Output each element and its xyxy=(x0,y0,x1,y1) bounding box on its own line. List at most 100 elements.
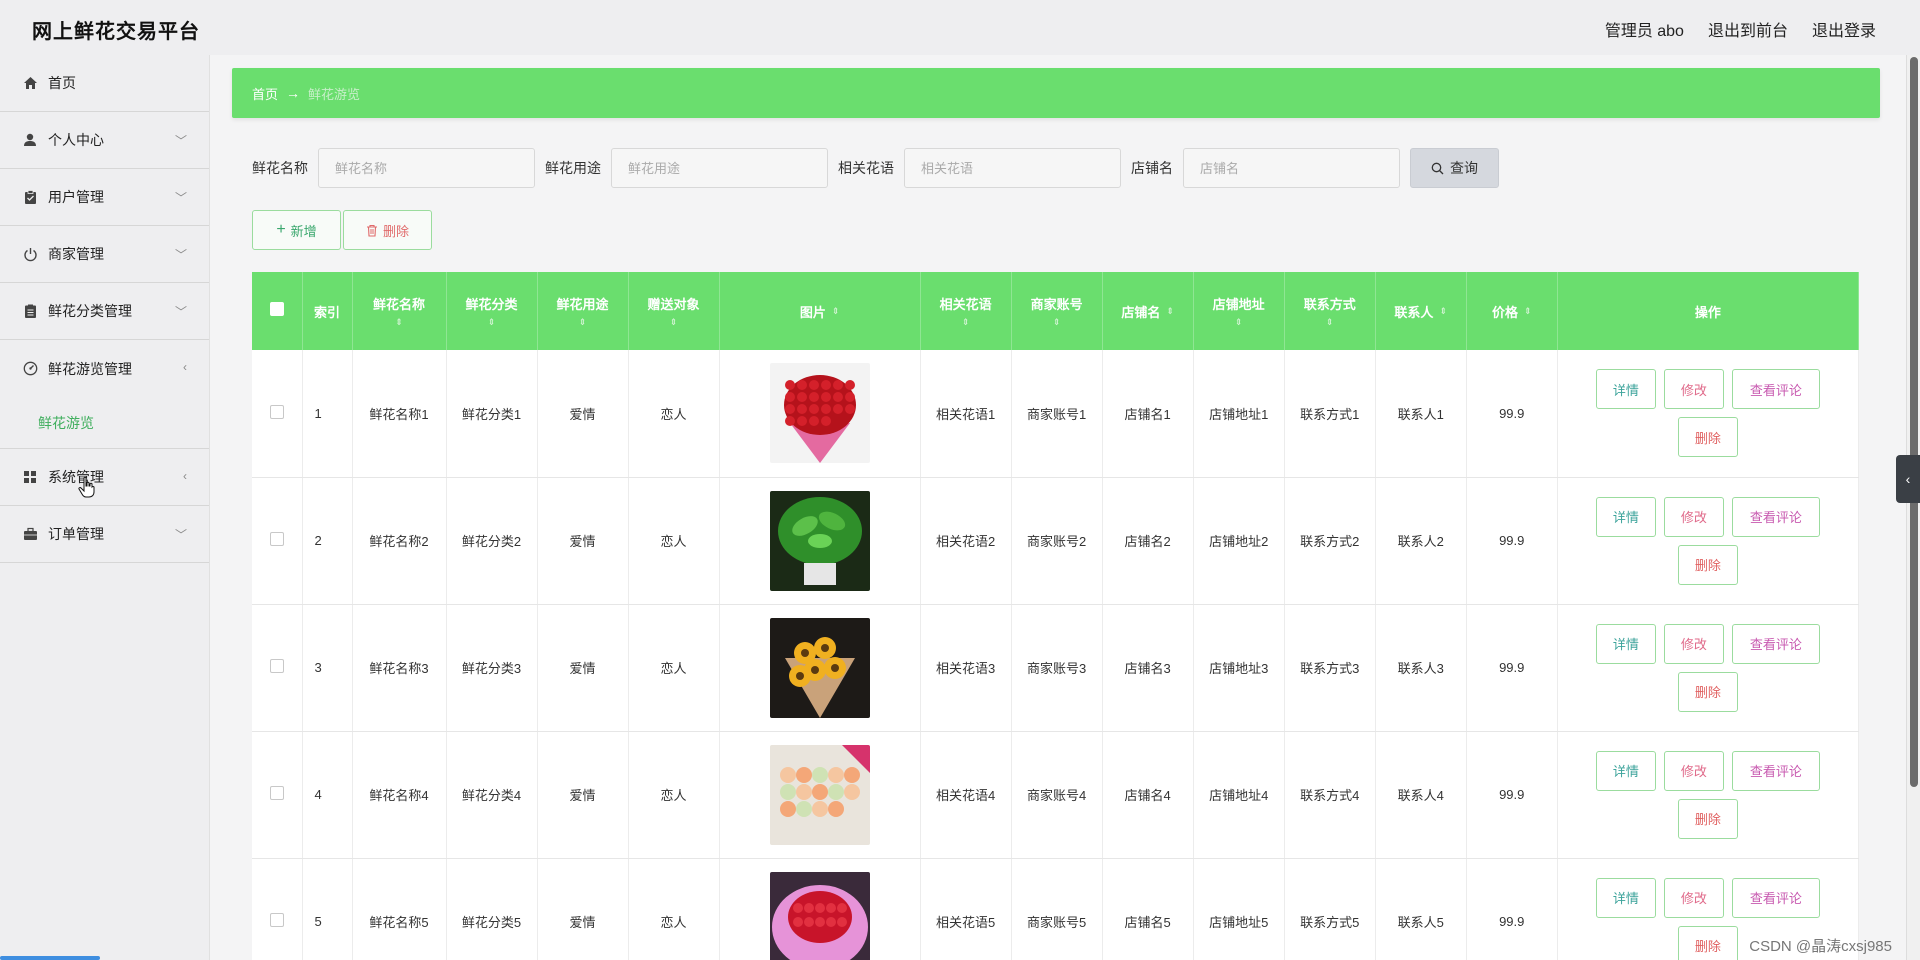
flower-usage-input[interactable] xyxy=(611,148,828,188)
grid-icon xyxy=(22,469,38,485)
detail-button[interactable]: 详情 xyxy=(1595,877,1656,918)
sidebar-item-flower-browse[interactable]: 鲜花游览管理 ‹ xyxy=(0,340,209,397)
delete-label: 删除 xyxy=(382,223,409,239)
edit-button[interactable]: 修改 xyxy=(1663,623,1724,664)
sidebar-item-users[interactable]: 用户管理 ﹀ xyxy=(0,169,209,226)
header-flower-usage[interactable]: 鲜花用途 ⇕ xyxy=(537,272,629,350)
flower-image[interactable] xyxy=(769,617,870,718)
index-cell: 1 xyxy=(302,350,353,478)
flower-category-cell: 鲜花分类5 xyxy=(446,858,538,960)
flower-name-input[interactable] xyxy=(318,148,535,188)
image-cell xyxy=(719,731,921,859)
edit-button[interactable]: 修改 xyxy=(1663,750,1724,791)
flower-image[interactable] xyxy=(769,744,870,845)
logout-link[interactable]: 退出登录 xyxy=(1812,17,1876,41)
sidebar: 首页 个人中心 ﹀ 用户管理 ﹀ 商家管理 ﹀ 鲜花分类管理 ﹀ 鲜花游览管理 … xyxy=(0,55,210,960)
flower-image[interactable] xyxy=(769,363,870,464)
row-checkbox[interactable] xyxy=(252,858,303,960)
row-checkbox[interactable] xyxy=(252,350,303,478)
operations-cell: 详情 修改 查看评论 删除 xyxy=(1557,477,1860,605)
shop-name-cell: 店铺名3 xyxy=(1102,604,1194,732)
add-label: 新增 xyxy=(290,223,317,239)
header-price[interactable]: 价格 ⇕ xyxy=(1466,272,1558,350)
flower-image[interactable] xyxy=(769,490,870,591)
delete-button[interactable]: 删除 xyxy=(1677,544,1738,585)
sidebar-item-label: 用户管理 xyxy=(48,189,104,205)
header-shop-name[interactable]: 店铺名 ⇕ xyxy=(1102,272,1194,350)
flower-name-cell: 鲜花名称1 xyxy=(352,350,447,478)
view-reviews-button[interactable]: 查看评论 xyxy=(1731,750,1820,791)
detail-button[interactable]: 详情 xyxy=(1595,369,1656,410)
batch-delete-button[interactable]: 删除 xyxy=(343,210,432,250)
delete-button[interactable]: 删除 xyxy=(1677,671,1738,712)
shop-name-input[interactable] xyxy=(1183,148,1400,188)
sidebar-item-label: 个人中心 xyxy=(48,132,104,148)
flower-words-cell: 相关花语2 xyxy=(920,477,1012,605)
select-all-checkbox[interactable] xyxy=(252,272,303,350)
header-flower-name[interactable]: 鲜花名称 ⇕ xyxy=(352,272,447,350)
edit-button[interactable]: 修改 xyxy=(1663,496,1724,537)
header-image[interactable]: 图片 ⇕ xyxy=(719,272,921,350)
table-row: 4 鲜花名称4 鲜花分类4 爱情 恋人 相关花语4 商家账号4 店铺名4 店铺地址4 联系方式4 联… xyxy=(252,731,1860,859)
target-cell: 恋人 xyxy=(628,858,720,960)
delete-button[interactable]: 删除 xyxy=(1677,798,1738,839)
sidebar-item-orders[interactable]: 订单管理 ﹀ xyxy=(0,506,209,563)
price-cell: 99.9 xyxy=(1466,350,1558,478)
flower-usage-cell: 爱情 xyxy=(537,350,629,478)
view-reviews-button[interactable]: 查看评论 xyxy=(1731,877,1820,918)
view-reviews-button[interactable]: 查看评论 xyxy=(1731,623,1820,664)
target-cell: 恋人 xyxy=(628,604,720,732)
merchant-account-cell: 商家账号3 xyxy=(1011,604,1103,732)
dashboard-icon xyxy=(22,361,38,377)
sidebar-subitem-flower-browse[interactable]: 鲜花游览 xyxy=(0,397,209,449)
flower-table: 索引 鲜花名称 ⇕ 鲜花分类 ⇕ 鲜花用途 ⇕ 赠送对象 ⇕ 图片 ⇕ 相关花语 ⇕ 商家账… xyxy=(252,272,1860,960)
contact-cell: 联系方式1 xyxy=(1284,350,1376,478)
header-operations: 操作 xyxy=(1557,272,1860,350)
flower-image[interactable] xyxy=(769,871,870,960)
operations-cell: 详情 修改 查看评论 删除 xyxy=(1557,604,1860,732)
sidebar-item-home[interactable]: 首页 xyxy=(0,55,209,112)
delete-button[interactable]: 删除 xyxy=(1677,417,1738,458)
sidebar-item-flower-category[interactable]: 鲜花分类管理 ﹀ xyxy=(0,283,209,340)
header-flower-words[interactable]: 相关花语 ⇕ xyxy=(920,272,1012,350)
edit-button[interactable]: 修改 xyxy=(1663,877,1724,918)
edit-button[interactable]: 修改 xyxy=(1663,369,1724,410)
header-flower-category[interactable]: 鲜花分类 ⇕ xyxy=(446,272,538,350)
row-checkbox[interactable] xyxy=(252,477,303,605)
row-checkbox[interactable] xyxy=(252,731,303,859)
sidebar-item-system[interactable]: 系统管理 ‹ xyxy=(0,449,209,506)
row-checkbox[interactable] xyxy=(252,604,303,732)
header-shop-address[interactable]: 店铺地址 ⇕ xyxy=(1193,272,1285,350)
header-target[interactable]: 赠送对象 ⇕ xyxy=(628,272,720,350)
index-cell: 5 xyxy=(302,858,353,960)
merchant-account-cell: 商家账号2 xyxy=(1011,477,1103,605)
page-scrollbar[interactable] xyxy=(1906,55,1920,960)
shop-name-cell: 店铺名1 xyxy=(1102,350,1194,478)
merchant-account-cell: 商家账号5 xyxy=(1011,858,1103,960)
detail-button[interactable]: 详情 xyxy=(1595,623,1656,664)
sidebar-item-merchants[interactable]: 商家管理 ﹀ xyxy=(0,226,209,283)
add-button[interactable]: + 新增 xyxy=(252,210,341,250)
flower-words-input[interactable] xyxy=(904,148,1121,188)
detail-button[interactable]: 详情 xyxy=(1595,496,1656,537)
view-reviews-button[interactable]: 查看评论 xyxy=(1731,496,1820,537)
breadcrumb-home[interactable]: 首页 xyxy=(252,84,278,103)
query-button[interactable]: 查询 xyxy=(1410,148,1499,188)
chevron-down-icon: ﹀ xyxy=(174,248,187,262)
exit-to-front-link[interactable]: 退出到前台 xyxy=(1708,17,1788,41)
sidebar-item-label: 订单管理 xyxy=(48,526,104,542)
table-row: 2 鲜花名称2 鲜花分类2 爱情 恋人 相关花语2 商家账号2 店铺名2 店铺地址2 联系方式2 联… xyxy=(252,477,1860,605)
detail-button[interactable]: 详情 xyxy=(1595,750,1656,791)
header-contact-person[interactable]: 联系人 ⇕ xyxy=(1375,272,1467,350)
delete-button[interactable]: 删除 xyxy=(1677,925,1738,960)
header-merchant-account[interactable]: 商家账号 ⇕ xyxy=(1011,272,1103,350)
sidebar-item-personal[interactable]: 个人中心 ﹀ xyxy=(0,112,209,169)
search-icon xyxy=(1431,162,1444,174)
operations-cell: 详情 修改 查看评论 删除 xyxy=(1557,731,1860,859)
header-contact[interactable]: 联系方式 ⇕ xyxy=(1284,272,1376,350)
contact-cell: 联系方式5 xyxy=(1284,858,1376,960)
collapse-toggle[interactable]: ‹ xyxy=(1896,455,1920,503)
chevron-down-icon: ﹀ xyxy=(174,528,187,542)
view-reviews-button[interactable]: 查看评论 xyxy=(1731,369,1820,410)
image-cell xyxy=(719,350,921,478)
